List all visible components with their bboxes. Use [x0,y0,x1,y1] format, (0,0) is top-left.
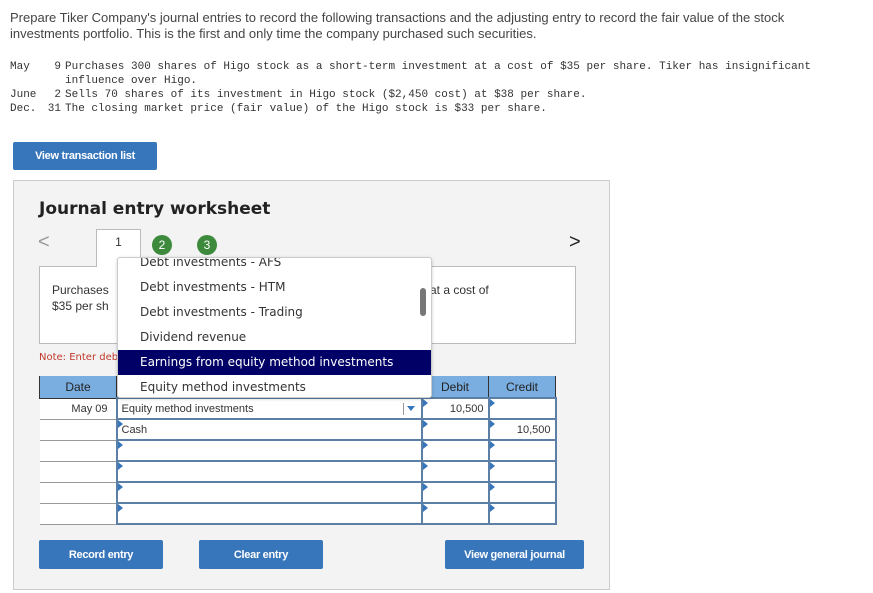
flag-icon [422,483,428,491]
record-entry-button[interactable]: Record entry [39,540,163,569]
flag-icon [422,420,428,428]
transaction-item: Dec. 31 The closing market price (fair v… [10,102,865,116]
credit-input[interactable] [487,397,557,420]
flag-icon [489,462,495,470]
table-row [39,502,557,525]
flag-icon [422,462,428,470]
account-select[interactable] [115,439,423,462]
description-text: at a cost of [430,283,489,297]
account-select[interactable] [115,460,423,483]
debit-input[interactable] [420,481,490,504]
tab-2[interactable]: 2 [152,235,172,255]
table-row: May 09 Equity method investments 10,500 [39,397,557,420]
flag-icon [489,420,495,428]
debit-input[interactable]: 10,500 [420,397,490,420]
credit-header: Credit [488,376,556,399]
flag-icon [422,399,428,407]
table-row [39,439,557,462]
debit-input[interactable] [420,418,490,441]
transaction-item: June 2 Sells 70 shares of its investment… [10,88,865,102]
transaction-text: Purchases 300 shares of Higo stock as a … [65,61,811,87]
worksheet-title: Journal entry worksheet [39,199,271,219]
debit-value: 10,500 [449,402,484,415]
flag-icon [117,504,123,512]
flag-icon [117,483,123,491]
transaction-text: The closing market price (fair value) of… [65,103,547,115]
dropdown-option[interactable]: Dividend revenue [118,325,431,350]
dropdown-option-highlighted[interactable]: Earnings from equity method investments [118,350,431,375]
account-select[interactable] [115,502,423,525]
credit-value: 10,500 [516,423,551,436]
transaction-text: Sells 70 shares of its investment in Hig… [65,89,587,101]
flag-icon [489,504,495,512]
flag-icon [489,441,495,449]
view-transaction-list-button[interactable]: View transaction list [13,142,157,170]
date-header: Date [39,376,117,399]
tab-3[interactable]: 3 [197,235,217,255]
transaction-month: Dec. [10,103,37,115]
flag-icon [422,441,428,449]
transaction-day: 9 [54,61,61,73]
dropdown-option[interactable]: Debt investments - AFS [118,258,431,275]
dropdown-scrollbar[interactable] [420,288,426,316]
table-row [39,460,557,483]
credit-input[interactable]: 10,500 [487,418,557,441]
flag-icon [489,483,495,491]
account-value: Equity method investments [121,402,254,415]
credit-input[interactable] [487,439,557,462]
date-cell[interactable] [39,461,117,483]
view-general-journal-button[interactable]: View general journal [445,540,584,569]
dropdown-option[interactable]: Equity method investments [118,375,431,397]
chevron-left-icon[interactable]: < [38,231,50,254]
flag-icon [117,441,123,449]
flag-icon [117,462,123,470]
flag-icon [489,399,495,407]
table-row [39,481,557,504]
date-cell[interactable] [39,503,117,525]
chevron-right-icon[interactable]: > [569,231,581,254]
transaction-day: 2 [54,89,61,101]
clear-entry-button[interactable]: Clear entry [199,540,323,569]
account-select[interactable] [115,481,423,504]
credit-input[interactable] [487,460,557,483]
flag-icon [117,420,123,428]
flag-icon [422,504,428,512]
instructions: Prepare Tiker Company's journal entries … [10,10,785,41]
dropdown-option[interactable]: Debt investments - HTM [118,275,431,300]
credit-input[interactable] [487,502,557,525]
transaction-item: May 9 Purchases 300 shares of Higo stock… [10,60,865,88]
date-cell[interactable]: May 09 [39,398,117,420]
account-value: Cash [121,423,148,436]
transaction-day: 31 [47,103,61,115]
transaction-month: June [10,89,37,101]
date-cell[interactable] [39,440,117,462]
credit-input[interactable] [487,481,557,504]
transaction-month: May [10,61,30,73]
date-cell[interactable] [39,482,117,504]
debit-input[interactable] [420,460,490,483]
journal-table: Date Debit Credit May 09 Equity method i… [39,376,557,525]
dropdown-option[interactable]: Debt investments - Trading [118,300,431,325]
debit-input[interactable] [420,439,490,462]
account-select[interactable]: Cash [115,418,423,441]
account-dropdown-list: Debt investments - AFS Debt investments … [117,257,432,398]
account-select[interactable]: Equity method investments [115,397,423,420]
date-cell[interactable] [39,419,117,441]
table-row: Cash 10,500 [39,418,557,441]
debit-input[interactable] [420,502,490,525]
transaction-list: May 9 Purchases 300 shares of Higo stock… [10,60,865,116]
note-text: Note: Enter deb [39,352,119,363]
chevron-down-icon[interactable] [402,403,417,415]
